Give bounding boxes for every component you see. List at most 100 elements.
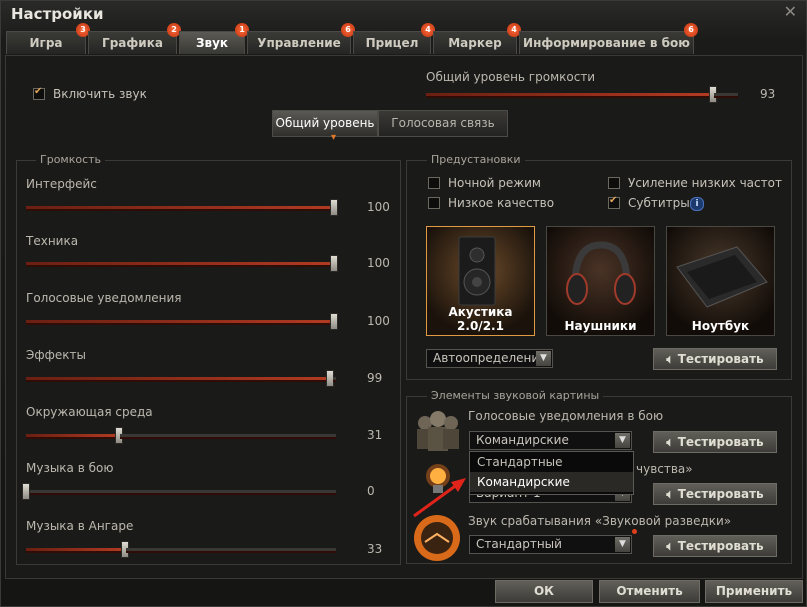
- slider-remainder: [120, 434, 336, 437]
- radar-sound-dropdown[interactable]: Стандартный ▼: [469, 535, 632, 554]
- slider-label: Музыка в Ангаре: [26, 519, 134, 533]
- checkbox-label: Усиление низких частот: [628, 176, 782, 190]
- night-mode-checkbox[interactable]: Ночной режим: [428, 176, 541, 190]
- tab-game[interactable]: Игра 3: [6, 23, 90, 54]
- slider-label: Окружающая среда: [26, 405, 153, 419]
- slider-handle[interactable]: [330, 313, 338, 330]
- chevron-down-icon: ▾: [331, 132, 337, 143]
- tab-controls[interactable]: Управление 6: [247, 23, 355, 54]
- checkbox-box: [428, 197, 440, 209]
- close-icon[interactable]: ✕: [784, 2, 797, 21]
- info-icon[interactable]: i: [690, 197, 704, 211]
- button-label: Тестировать: [677, 352, 764, 366]
- slider-handle[interactable]: [22, 483, 30, 500]
- new-indicator-dot: [632, 529, 637, 534]
- environment-volume-slider[interactable]: [26, 427, 123, 444]
- red-arrow-annotation: [413, 478, 466, 518]
- slider-value: 100: [367, 200, 390, 214]
- cancel-button[interactable]: Отменить: [599, 580, 700, 603]
- volume-panel: [16, 160, 401, 565]
- slider-label: Интерфейс: [26, 177, 97, 191]
- voice-notifications-volume-slider[interactable]: [26, 313, 338, 330]
- test-voice-button[interactable]: 🔈︎ Тестировать: [653, 431, 777, 453]
- chevron-down-icon: ▼: [536, 351, 551, 366]
- button-label: Тестировать: [677, 435, 764, 449]
- subtitles-checkbox[interactable]: Субтитры: [608, 195, 690, 210]
- button-label: Тестировать: [677, 539, 764, 553]
- footer-bar: ОК Отменить Применить: [0, 578, 807, 607]
- dropdown-value: Стандартный: [476, 537, 562, 551]
- device-caption: Ноутбук: [691, 319, 750, 333]
- chevron-down-icon: ▼: [615, 537, 630, 552]
- battle-music-volume-slider[interactable]: [22, 483, 336, 500]
- device-caption: Акустика 2.0/2.1: [448, 305, 513, 333]
- voice-notifications-label: Голосовые уведомления в бою: [468, 409, 664, 423]
- sound-elements-title: Элементы звуковой картины: [427, 389, 604, 402]
- voice-notifications-dropdown[interactable]: Командирские ▼: [469, 431, 632, 450]
- speaker-small-icon: 🔈︎: [666, 487, 674, 501]
- crew-icon: [417, 411, 459, 451]
- effects-volume-slider[interactable]: [26, 370, 334, 387]
- presets-panel-title: Предустановки: [427, 153, 525, 166]
- test-preset-button[interactable]: 🔈︎ Тестировать: [653, 348, 777, 370]
- check-icon: [608, 195, 620, 209]
- chevron-down-icon: ▼: [615, 433, 630, 448]
- checkbox-label: Низкое качество: [448, 196, 555, 210]
- tab-sight[interactable]: Прицел 4: [353, 23, 435, 54]
- master-volume-value: 93: [760, 87, 776, 101]
- window-title: Настройки: [11, 5, 104, 23]
- autodetect-dropdown[interactable]: Автоопределение ▼: [426, 349, 553, 368]
- slider-label: Техника: [26, 234, 79, 248]
- slider-value: 31: [367, 428, 383, 442]
- dropdown-value: Автоопределение: [433, 351, 547, 365]
- slider-value: 99: [367, 371, 383, 385]
- device-card-headphones[interactable]: Наушники: [546, 226, 655, 336]
- checkbox-label: Субтитры: [628, 196, 690, 210]
- slider-label: Музыка в бою: [26, 461, 114, 475]
- slider-handle[interactable]: [330, 199, 338, 216]
- voice-notifications-options: Стандартные Командирские: [469, 451, 634, 495]
- slider-value: 100: [367, 314, 390, 328]
- radar-sound-label: Звук срабатывания «Звуковой разведки»: [468, 514, 732, 528]
- device-card-speakers[interactable]: Акустика 2.0/2.1: [426, 226, 535, 336]
- device-card-laptop[interactable]: Ноутбук: [666, 226, 775, 336]
- general-level-toggle[interactable]: Общий уровень: [272, 110, 378, 137]
- enable-sound-checkbox[interactable]: Включить звук: [33, 86, 147, 101]
- test-radar-button[interactable]: 🔈︎ Тестировать: [653, 535, 777, 557]
- sixth-sense-label: чувства»: [636, 462, 693, 476]
- interface-volume-slider[interactable]: [26, 199, 338, 216]
- master-volume-slider[interactable]: [426, 86, 717, 103]
- mode-switch: Общий уровень Голосовая связь: [272, 110, 508, 137]
- enable-sound-label: Включить звук: [53, 87, 147, 101]
- bass-boost-checkbox[interactable]: Усиление низких частот: [608, 176, 782, 190]
- badge: 6: [684, 23, 698, 37]
- master-volume-label: Общий уровень громкости: [426, 70, 596, 84]
- checkbox-box: [608, 177, 620, 189]
- button-label: Тестировать: [677, 487, 764, 501]
- low-quality-checkbox[interactable]: Низкое качество: [428, 196, 554, 210]
- voice-chat-toggle[interactable]: Голосовая связь: [378, 110, 508, 137]
- tab-sound[interactable]: Звук 1: [179, 23, 249, 54]
- apply-button[interactable]: Применить: [705, 580, 803, 603]
- vehicle-volume-slider[interactable]: [26, 255, 338, 272]
- option-standard[interactable]: Стандартные: [470, 452, 633, 472]
- hangar-music-volume-slider[interactable]: [26, 541, 129, 558]
- slider-label: Эффекты: [26, 348, 86, 362]
- option-commander[interactable]: Командирские: [470, 472, 633, 492]
- slider-remainder: [126, 548, 336, 551]
- tab-graphics[interactable]: Графика 2: [88, 23, 181, 54]
- slider-value: 33: [367, 542, 383, 556]
- device-caption: Наушники: [564, 319, 637, 333]
- checkbox-label: Ночной режим: [448, 176, 541, 190]
- dropdown-value: Командирские: [476, 433, 569, 447]
- speaker-small-icon: 🔈︎: [666, 539, 674, 553]
- tab-battle-info[interactable]: Информирование в бою 6: [519, 23, 698, 54]
- ok-button[interactable]: ОК: [495, 580, 593, 603]
- tab-marker[interactable]: Маркер 4: [433, 23, 521, 54]
- slider-value: 100: [367, 256, 390, 270]
- settings-window: Настройки ✕ Игра 3 Графика 2 Звук 1 Управле…: [0, 0, 807, 607]
- test-sixth-sense-button[interactable]: 🔈︎ Тестировать: [653, 483, 777, 505]
- speaker-small-icon: 🔈︎: [666, 435, 674, 449]
- check-icon: [33, 86, 45, 100]
- slider-handle[interactable]: [330, 255, 338, 272]
